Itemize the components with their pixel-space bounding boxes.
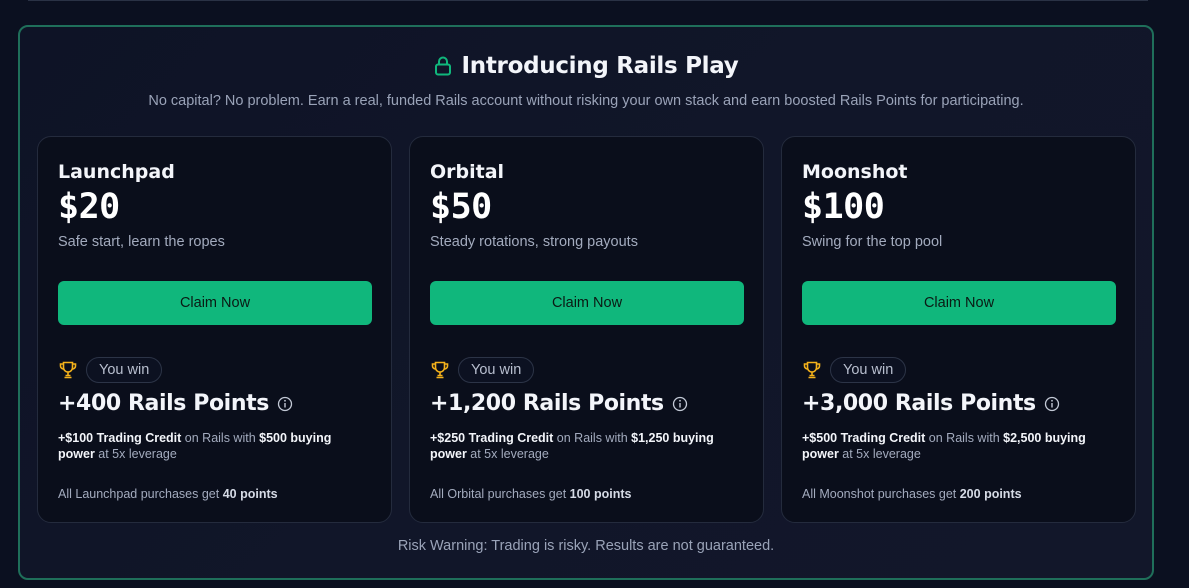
credit-mid: on Rails with <box>553 431 632 445</box>
risk-warning: Risk Warning: Trading is risky. Results … <box>397 538 775 554</box>
plan-card-launchpad: Launchpad $20 Safe start, learn the rope… <box>37 136 392 523</box>
page-subtitle: No capital? No problem. Earn a real, fun… <box>148 93 1024 109</box>
claim-now-button[interactable]: Claim Now <box>58 281 372 325</box>
plan-card-moonshot: Moonshot $100 Swing for the top pool Cla… <box>781 136 1136 523</box>
page-title: Introducing Rails Play <box>461 53 739 79</box>
purchase-points-note: All Moonshot purchases get 200 points <box>802 487 1022 501</box>
credit-tail: at 5x leverage <box>94 447 177 461</box>
claim-now-button[interactable]: Claim Now <box>802 281 1116 325</box>
credit-tail: at 5x leverage <box>838 447 921 461</box>
trading-credit-text: +$100 Trading Credit on Rails with $500 … <box>58 430 358 462</box>
footnote-prefix: All Orbital purchases get <box>430 487 570 501</box>
plan-card-orbital: Orbital $50 Steady rotations, strong pay… <box>409 136 764 523</box>
footnote-prefix: All Launchpad purchases get <box>58 487 223 501</box>
plan-price: $50 <box>430 187 492 227</box>
plan-tagline: Steady rotations, strong payouts <box>430 234 638 250</box>
plan-price: $20 <box>58 187 120 227</box>
plan-price: $100 <box>802 187 885 227</box>
info-icon[interactable] <box>277 396 293 412</box>
trading-credit-text: +$250 Trading Credit on Rails with $1,25… <box>430 430 730 462</box>
footnote-points: 100 points <box>569 487 632 501</box>
credit-mid: on Rails with <box>181 431 260 445</box>
purchase-points-note: All Orbital purchases get 100 points <box>430 487 631 501</box>
lock-icon <box>434 56 451 76</box>
credit-mid: on Rails with <box>925 431 1004 445</box>
credit-amount: +$250 Trading Credit <box>430 431 554 445</box>
points-row: +3,000 Rails Points <box>802 391 1060 416</box>
trading-credit-text: +$500 Trading Credit on Rails with $2,50… <box>802 430 1102 462</box>
credit-amount: +$100 Trading Credit <box>58 431 182 445</box>
you-win-badge: You win <box>830 357 907 383</box>
footnote-points: 200 points <box>959 487 1022 501</box>
panel-heading: Introducing Rails Play <box>20 53 1152 79</box>
trophy-icon <box>59 361 77 379</box>
rails-points-reward: +1,200 Rails Points <box>430 391 664 416</box>
trophy-icon <box>431 361 449 379</box>
credit-amount: +$500 Trading Credit <box>802 431 926 445</box>
footnote-points: 40 points <box>222 487 278 501</box>
points-row: +1,200 Rails Points <box>430 391 688 416</box>
top-divider <box>28 0 1148 1</box>
rails-play-panel: Introducing Rails Play No capital? No pr… <box>18 25 1154 580</box>
claim-now-button[interactable]: Claim Now <box>430 281 744 325</box>
plan-tagline: Safe start, learn the ropes <box>58 234 225 250</box>
you-win-badge: You win <box>458 357 535 383</box>
plan-name: Moonshot <box>802 161 908 183</box>
plan-name: Launchpad <box>58 161 175 183</box>
info-icon[interactable] <box>672 396 688 412</box>
plan-tagline: Swing for the top pool <box>802 234 943 250</box>
you-win-badge: You win <box>86 357 163 383</box>
rails-points-reward: +400 Rails Points <box>58 391 269 416</box>
rails-points-reward: +3,000 Rails Points <box>802 391 1036 416</box>
trophy-icon <box>803 361 821 379</box>
credit-tail: at 5x leverage <box>466 447 549 461</box>
footnote-prefix: All Moonshot purchases get <box>802 487 960 501</box>
info-icon[interactable] <box>1044 396 1060 412</box>
plan-name: Orbital <box>430 161 505 183</box>
points-row: +400 Rails Points <box>58 391 293 416</box>
purchase-points-note: All Launchpad purchases get 40 points <box>58 487 278 501</box>
